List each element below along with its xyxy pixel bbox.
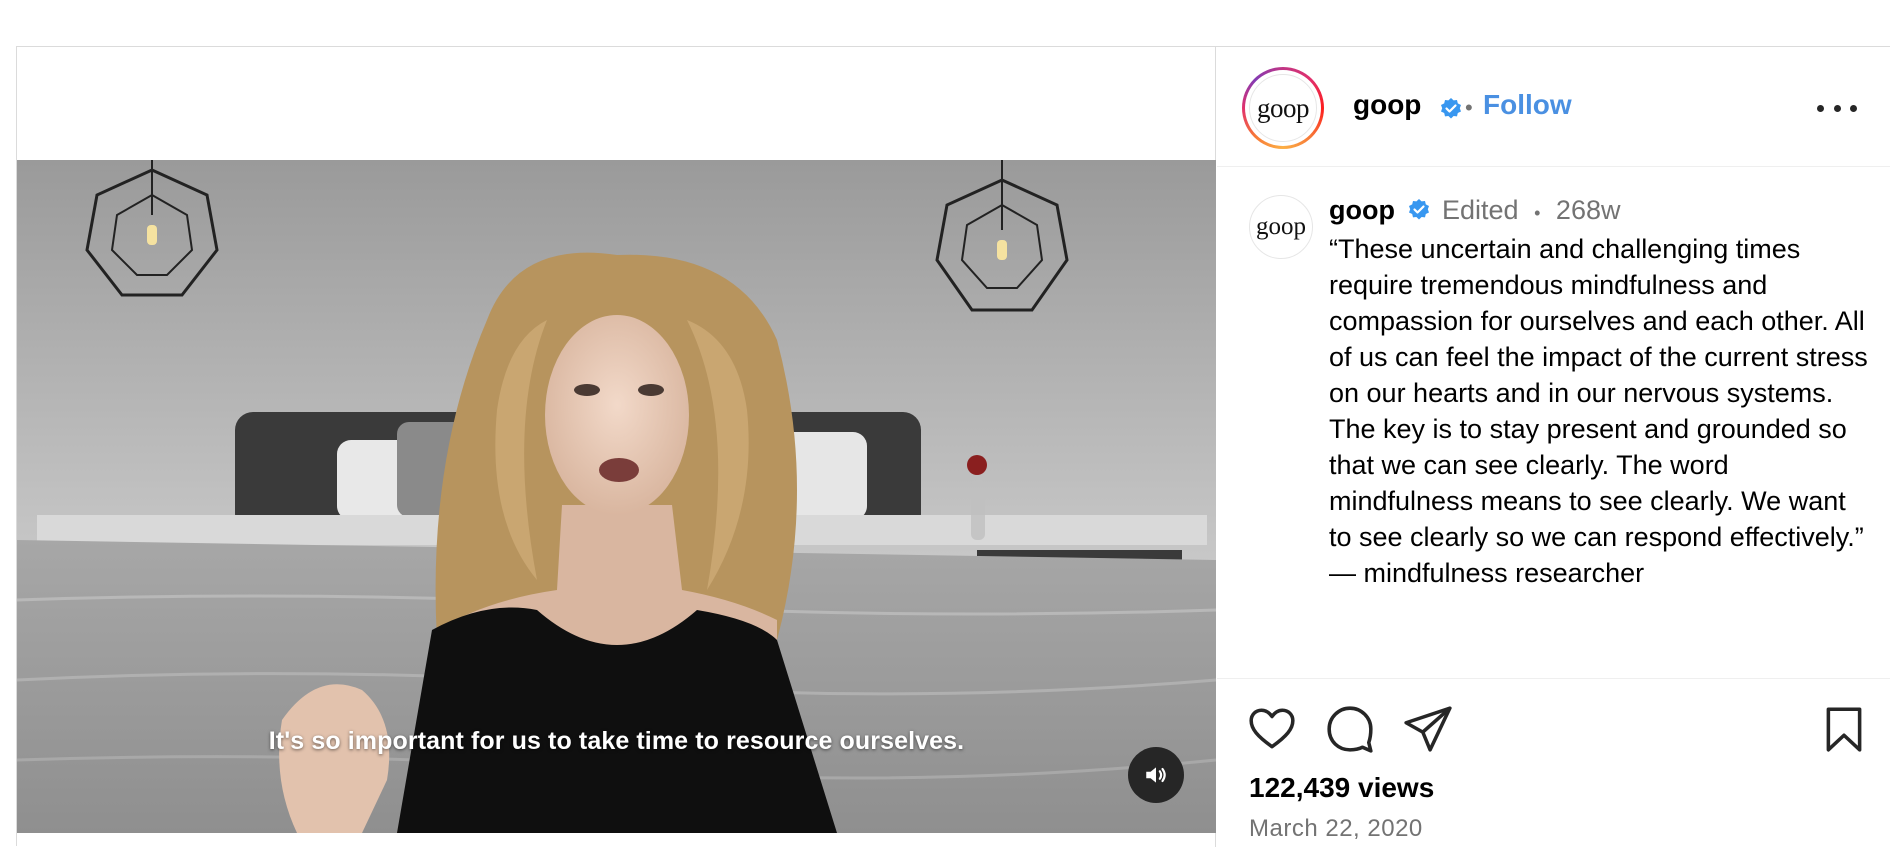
mute-toggle-button[interactable]: [1128, 747, 1184, 803]
views-count[interactable]: 122,439 views: [1249, 772, 1434, 804]
comment-bubble-icon: [1327, 706, 1373, 753]
more-options-icon[interactable]: [1817, 93, 1857, 123]
post-header: goop goop • Follow: [1217, 47, 1890, 167]
avatar: goop: [1249, 74, 1317, 142]
header-separator: •: [1465, 95, 1473, 120]
post-date[interactable]: March 22, 2020: [1249, 815, 1423, 843]
paper-plane-icon: [1404, 706, 1452, 752]
verified-badge-icon: [1408, 198, 1429, 220]
comment-username[interactable]: goop: [1329, 195, 1395, 225]
comment-avatar[interactable]: goop: [1249, 195, 1313, 259]
comment-body: goop Edited • 268w “These uncertain and …: [1329, 192, 1874, 591]
verified-badge-icon: [1441, 98, 1461, 119]
post-side-panel: goop goop • Follow goop goop Edited • 26…: [1217, 47, 1890, 847]
caption-text: “These uncertain and challenging times r…: [1329, 234, 1868, 588]
comment-meta: goop Edited • 268w: [1329, 192, 1874, 231]
follow-button[interactable]: Follow: [1483, 89, 1572, 121]
media-panel: It's so important for us to take time to…: [17, 47, 1216, 847]
instagram-post: It's so important for us to take time to…: [16, 46, 1890, 847]
action-bar: 122,439 views March 22, 2020: [1217, 679, 1890, 847]
like-button[interactable]: [1247, 704, 1297, 754]
header-username[interactable]: goop: [1353, 89, 1421, 121]
comment-timestamp[interactable]: 268w: [1556, 195, 1621, 225]
edited-label: Edited: [1442, 195, 1519, 225]
comment-button[interactable]: [1325, 704, 1375, 754]
video-caption: It's so important for us to take time to…: [268, 727, 965, 755]
video-player[interactable]: It's so important for us to take time to…: [17, 160, 1216, 833]
bookmark-icon: [1826, 707, 1862, 752]
caption-comment: goop goop Edited • 268w “These uncertain…: [1217, 167, 1890, 679]
story-ring-avatar[interactable]: goop: [1242, 67, 1324, 149]
speaker-icon: [1146, 767, 1166, 783]
save-button[interactable]: [1819, 704, 1869, 754]
comment-separator: •: [1534, 203, 1541, 223]
share-button[interactable]: [1403, 704, 1453, 754]
heart-icon: [1249, 708, 1295, 749]
